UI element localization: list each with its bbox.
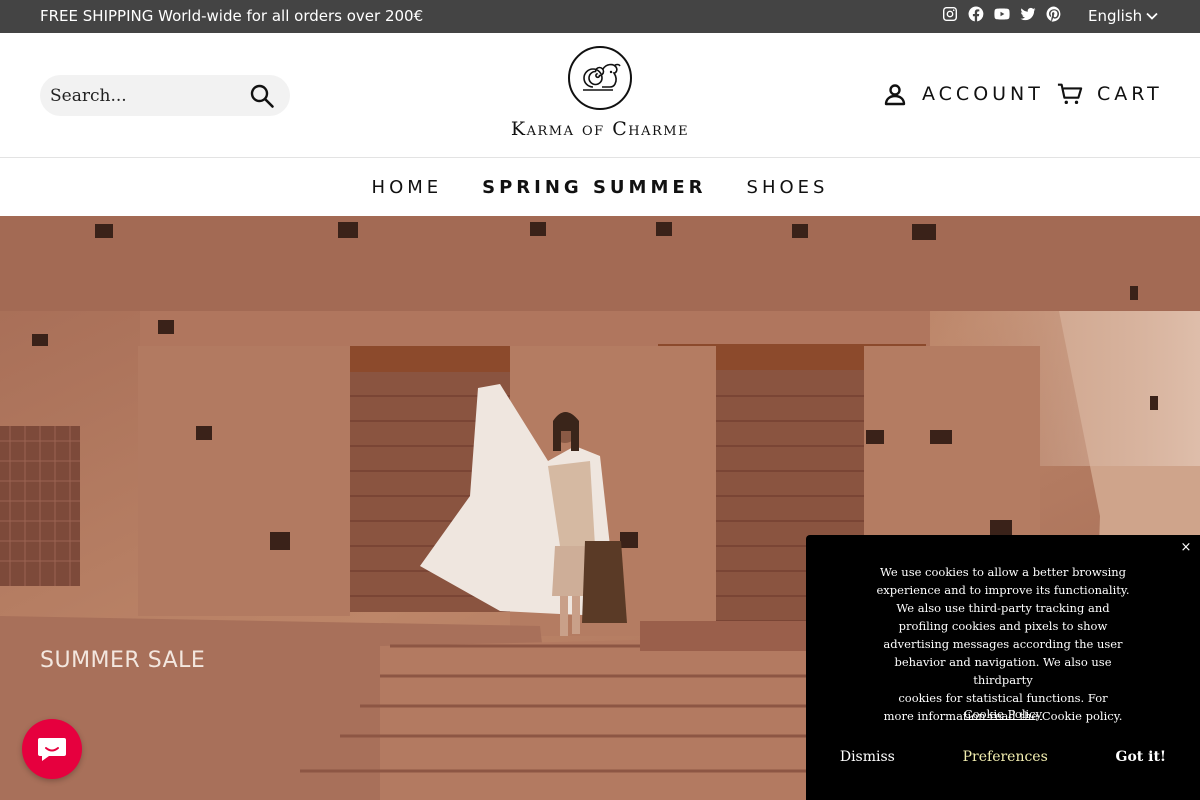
logo-text: Karma of Charme <box>510 118 690 140</box>
cookie-banner: × We use cookies to allow a better brows… <box>806 535 1200 800</box>
dismiss-button[interactable]: Dismiss <box>840 749 895 765</box>
search-icon <box>250 84 274 108</box>
chat-icon <box>38 738 66 761</box>
logo[interactable]: Karma of Charme <box>498 45 702 149</box>
nav-item-shoes[interactable]: SHOES <box>747 177 829 198</box>
cookie-line: experience and to improve its functional… <box>876 583 1130 597</box>
language-label: English <box>1088 7 1143 25</box>
search-bar <box>40 75 290 116</box>
instagram-icon[interactable] <box>942 6 958 22</box>
cookie-line: advertising messages according the user <box>883 637 1123 651</box>
chat-button[interactable] <box>22 719 82 779</box>
nav-item-home[interactable]: HOME <box>372 177 443 198</box>
chevron-down-icon <box>1146 12 1158 20</box>
cookie-line: cookies for statistical functions. For <box>898 691 1108 705</box>
announcement-bar: FREE SHIPPING World-wide for all orders … <box>0 0 1200 33</box>
facebook-icon[interactable] <box>968 6 984 22</box>
user-icon <box>884 84 906 106</box>
search-input[interactable] <box>50 85 240 106</box>
close-icon[interactable]: × <box>1179 540 1193 555</box>
site-header: Karma of Charme ACCOUNT CART <box>0 33 1200 158</box>
cookie-line: profiling cookies and pixels to show <box>898 619 1108 633</box>
twitter-icon[interactable] <box>1020 6 1036 22</box>
preferences-button[interactable]: Preferences <box>963 749 1048 765</box>
pinterest-icon[interactable] <box>1046 6 1062 22</box>
cart-icon <box>1057 83 1083 105</box>
nav-item-spring-summer[interactable]: SPRING SUMMER <box>482 177 706 198</box>
cookie-line: We use cookies to allow a better browsin… <box>879 565 1127 579</box>
hero-caption: SUMMER SALE <box>40 648 206 673</box>
cookie-message: We use cookies to allow a better browsin… <box>872 563 1134 725</box>
cart-link[interactable]: CART <box>1057 81 1163 107</box>
language-selector[interactable]: English <box>1088 7 1158 25</box>
search-button[interactable] <box>248 82 276 110</box>
announcement-message: FREE SHIPPING World-wide for all orders … <box>40 7 424 25</box>
cookie-line: behavior and navigation. We also use thi… <box>894 655 1112 687</box>
account-label: ACCOUNT <box>922 83 1044 105</box>
cart-label: CART <box>1097 83 1163 105</box>
accept-cookies-button[interactable]: Got it! <box>1116 749 1167 765</box>
account-link[interactable]: ACCOUNT <box>882 81 1044 107</box>
cookie-line: We also use third-party tracking and <box>896 601 1110 615</box>
social-links <box>942 6 1062 22</box>
cookie-policy-link[interactable]: Cookie Policy <box>806 707 1200 721</box>
youtube-icon[interactable] <box>994 6 1010 22</box>
logo-emblem-icon <box>568 46 632 110</box>
cookie-actions: Dismiss Preferences Got it! <box>806 749 1200 765</box>
main-nav: HOME SPRING SUMMER SHOES <box>0 159 1200 216</box>
